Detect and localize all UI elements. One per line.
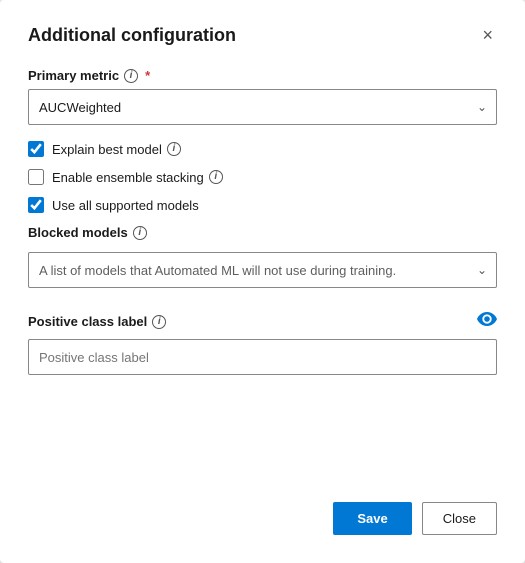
explain-best-model-info-icon[interactable]: i [167, 142, 181, 156]
blocked-models-info-icon[interactable]: i [133, 226, 147, 240]
explain-best-model-row: Explain best model i [28, 141, 497, 157]
enable-ensemble-stacking-info-icon[interactable]: i [209, 170, 223, 184]
dialog-header: Additional configuration × [28, 24, 497, 46]
save-button[interactable]: Save [333, 502, 411, 535]
dialog-footer: Save Close [28, 478, 497, 535]
use-all-supported-models-row: Use all supported models [28, 197, 497, 213]
enable-ensemble-stacking-checkbox[interactable] [28, 169, 44, 185]
use-all-supported-models-label: Use all supported models [52, 198, 199, 213]
blocked-models-select-wrapper: A list of models that Automated ML will … [28, 252, 497, 288]
explain-best-model-checkbox[interactable] [28, 141, 44, 157]
primary-metric-info-icon[interactable]: i [124, 69, 138, 83]
enable-ensemble-stacking-label: Enable ensemble stacking i [52, 170, 223, 185]
positive-class-label-info-icon[interactable]: i [152, 315, 166, 329]
eye-icon[interactable] [477, 312, 497, 331]
dialog-title: Additional configuration [28, 25, 236, 46]
use-all-supported-models-checkbox[interactable] [28, 197, 44, 213]
positive-class-label-left: Positive class label i [28, 314, 166, 329]
positive-class-label-header: Positive class label i [28, 312, 497, 331]
primary-metric-select[interactable]: AUCWeighted Accuracy NormMacroRecall Ave… [28, 89, 497, 125]
explain-best-model-label: Explain best model i [52, 142, 181, 157]
blocked-models-select[interactable]: A list of models that Automated ML will … [28, 252, 497, 288]
required-star: * [145, 68, 150, 83]
close-button[interactable]: Close [422, 502, 497, 535]
enable-ensemble-stacking-row: Enable ensemble stacking i [28, 169, 497, 185]
positive-class-label-input[interactable] [28, 339, 497, 375]
dialog-close-button[interactable]: × [478, 24, 497, 46]
blocked-models-label: Blocked models i [28, 225, 497, 240]
primary-metric-label: Primary metric i * [28, 68, 497, 83]
positive-class-label-section: Positive class label i [28, 312, 497, 375]
primary-metric-select-wrapper: AUCWeighted Accuracy NormMacroRecall Ave… [28, 89, 497, 125]
additional-config-dialog: Additional configuration × Primary metri… [0, 0, 525, 563]
